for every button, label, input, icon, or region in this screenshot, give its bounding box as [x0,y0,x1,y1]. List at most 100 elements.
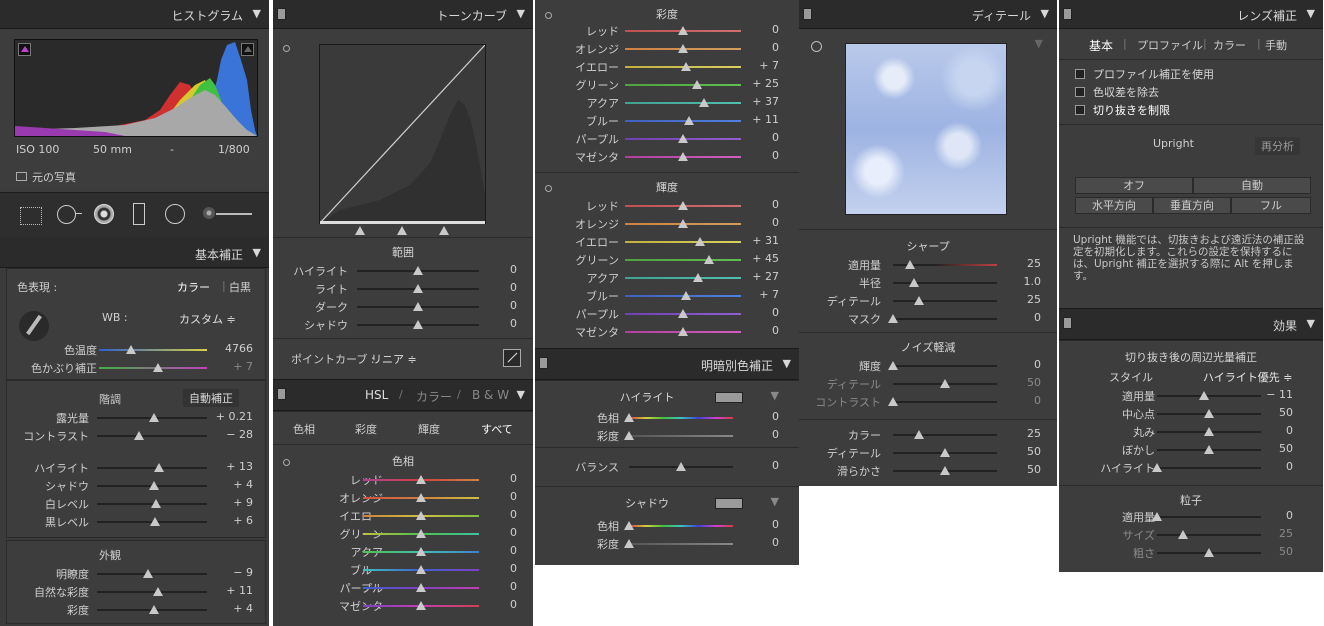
remove-ca-checkbox[interactable]: 色収差を除去 [1075,84,1159,100]
point-curve-select[interactable]: リニア ≑ [371,351,417,367]
vignette-slider-value[interactable]: 50 [1279,442,1293,455]
tab-saturation[interactable]: 彩度 [355,421,377,437]
sat-slider[interactable] [625,62,741,71]
sat-slider-value[interactable]: 0 [772,41,779,54]
presence-slider-knob[interactable] [152,587,163,596]
style-select[interactable]: ハイライト優先 ≑ [1203,369,1293,385]
hue-slider[interactable] [363,547,479,556]
sat-slider-knob[interactable] [678,152,688,161]
hue-slider[interactable] [363,475,479,484]
sharpen-slider[interactable] [888,314,997,323]
tone-slider-value[interactable]: − 28 [226,428,253,441]
sharpen-slider-knob[interactable] [914,296,924,305]
hue-slider-value[interactable]: 0 [510,544,517,557]
vignette-slider-value[interactable]: − 11 [1266,388,1293,401]
range-slider-knob[interactable] [413,284,423,293]
collapse-triangle-icon[interactable]: ▼ [1307,7,1315,20]
lum-slider-value[interactable]: 0 [772,198,779,211]
treatment-bw-button[interactable]: 白黒 [229,279,251,295]
vignette-slider-knob[interactable] [1204,427,1214,436]
noise-slider-knob[interactable] [940,379,950,388]
highlight-clipping-indicator[interactable] [241,43,254,56]
sat-slider[interactable] [625,26,741,35]
sat-slider-value[interactable]: + 37 [752,95,779,108]
remove-ca-checkbox-box[interactable] [1075,87,1085,97]
lum-slider[interactable] [625,255,741,264]
range-slider[interactable] [357,266,479,275]
hue-slider-value[interactable]: 0 [510,562,517,575]
range-slider-value[interactable]: 0 [510,263,517,276]
color-noise-slider[interactable] [893,430,997,439]
constrain-crop-checkbox[interactable]: 切り抜きを制限 [1075,102,1170,118]
hue-slider-knob[interactable] [416,547,426,556]
hue-slider-knob[interactable] [416,529,426,538]
vignette-slider-knob[interactable] [1204,445,1214,454]
auto-tone-button[interactable]: 自動補正 [183,389,239,407]
split-highlight-slider[interactable] [624,413,733,422]
sat-slider[interactable] [625,134,741,143]
vignette-slider-knob[interactable] [1152,463,1162,472]
color-noise-slider[interactable] [893,448,997,457]
highlight-swatch-triangle-icon[interactable]: ▼ [771,389,779,402]
tone-slider-knob[interactable] [151,499,162,508]
range-slider-value[interactable]: 0 [510,299,517,312]
lum-slider-knob[interactable] [678,219,688,228]
lum-slider-value[interactable]: 0 [772,216,779,229]
sharpen-slider[interactable] [893,260,997,269]
grain-slider[interactable] [1157,530,1261,539]
color-noise-slider-knob[interactable] [914,430,924,439]
red-eye-icon[interactable] [94,204,114,224]
adjustment-brush-icon[interactable] [203,207,215,219]
split-shadow-slider-knob[interactable] [624,539,634,548]
split-highlight-slider-value[interactable]: 0 [772,410,779,423]
sat-slider-knob[interactable] [681,62,692,71]
temp-slider-knob[interactable] [126,345,137,354]
tab-luminance[interactable]: 輝度 [418,421,440,437]
collapse-triangle-icon[interactable]: ▼ [253,7,261,20]
vignette-slider[interactable] [1157,391,1261,400]
sharpen-slider-value[interactable]: 1.0 [1024,275,1042,288]
noise-slider-value[interactable]: 0 [1034,358,1041,371]
sat-slider-value[interactable]: + 11 [752,113,779,126]
grain-slider-value[interactable]: 0 [1286,509,1293,522]
panel-toggle-icon[interactable] [539,357,548,369]
color-noise-slider-value[interactable]: 50 [1027,445,1041,458]
noise-slider-knob[interactable] [888,361,898,370]
tone-slider-value[interactable]: + 0.21 [216,410,253,423]
crop-tool-icon[interactable] [20,207,42,225]
hue-slider-value[interactable]: 0 [510,472,517,485]
lum-slider[interactable] [625,291,741,300]
upright-off-button[interactable]: オフ [1075,177,1193,194]
hue-slider-knob[interactable] [416,493,426,502]
sat-slider-knob[interactable] [691,80,702,89]
split-highlight-slider-value[interactable]: 0 [772,428,779,441]
noise-slider-knob[interactable] [888,397,898,406]
sat-slider-value[interactable]: 0 [772,149,779,162]
hue-slider[interactable] [363,529,479,538]
hue-slider-value[interactable]: 0 [510,598,517,611]
sat-slider-knob[interactable] [678,26,688,35]
lum-slider-knob[interactable] [678,309,688,318]
vignette-slider[interactable] [1152,463,1261,472]
hsl-header[interactable]: HSL / カラー / B & W ▼ [273,379,533,411]
panel-toggle-icon[interactable] [277,388,286,400]
split-shadow-slider[interactable] [624,521,733,530]
hue-slider-knob[interactable] [416,565,426,574]
lum-slider-knob[interactable] [695,237,706,246]
color-noise-slider-knob[interactable] [940,448,950,457]
lum-slider[interactable] [625,219,741,228]
wb-select[interactable]: カスタム ≑ [179,311,236,327]
split-balance-slider-knob[interactable] [676,462,686,471]
original-photo-toggle[interactable]: 元の写真 [16,169,76,185]
panel-toggle-icon[interactable] [1063,8,1072,20]
presence-slider-value[interactable]: − 9 [233,566,253,579]
vignette-slider[interactable] [1157,445,1261,454]
lens-tab-manual[interactable]: 手動 [1265,37,1287,53]
graduated-filter-icon[interactable] [133,203,145,225]
collapse-triangle-icon[interactable]: ▼ [783,357,791,370]
sharpen-slider-value[interactable]: 0 [1034,311,1041,324]
lum-slider[interactable] [625,327,741,336]
tab-all[interactable]: すべて [481,421,513,437]
hue-slider-value[interactable]: 0 [510,526,517,539]
detail-preview-image[interactable] [845,43,1007,215]
